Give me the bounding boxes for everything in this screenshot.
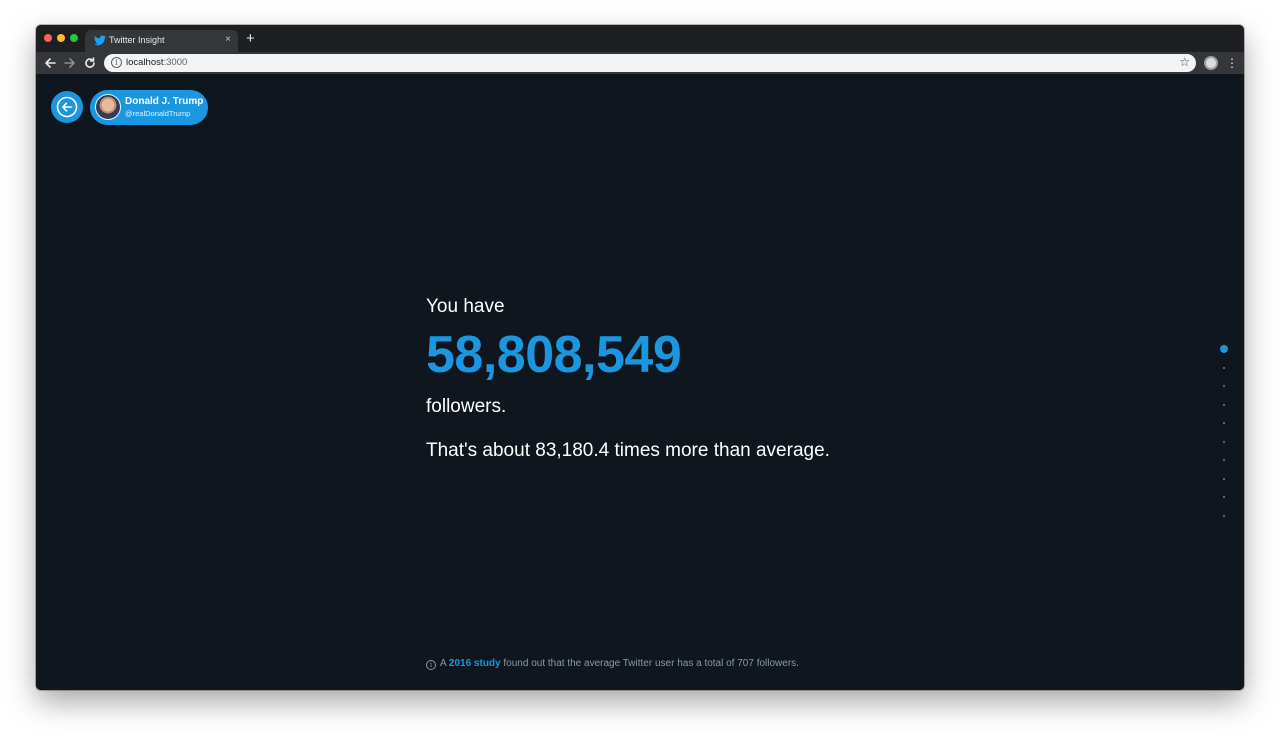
star-icon[interactable]: ☆ — [1179, 55, 1190, 70]
insight-content: You have 58,808,549 followers. That's ab… — [426, 295, 1126, 463]
pagination-dot[interactable] — [1223, 440, 1225, 443]
pagination-dot[interactable] — [1223, 385, 1225, 387]
study-link[interactable]: 2016 study — [449, 658, 501, 669]
pagination-dot[interactable] — [1223, 459, 1225, 461]
twitter-bird-icon — [94, 35, 106, 46]
reload-icon[interactable] — [83, 56, 97, 70]
pagination-dot[interactable] — [1223, 477, 1225, 480]
info-icon[interactable]: i — [111, 57, 122, 68]
new-tab-button[interactable]: + — [246, 31, 255, 47]
lead-text: You have — [426, 296, 505, 317]
browser-tab[interactable]: Twitter Insight × — [85, 30, 238, 52]
pagination-dot[interactable] — [1223, 403, 1225, 406]
maximize-window-button[interactable] — [70, 34, 78, 42]
pagination-dot[interactable] — [1223, 422, 1225, 424]
pagination-dot[interactable] — [1220, 345, 1228, 353]
footnote-suffix: found out that the average Twitter user … — [500, 658, 799, 669]
tab-title: Twitter Insight — [109, 35, 165, 45]
user-profile-chip[interactable]: Donald J. Trump @realDonaldTrump — [90, 90, 208, 125]
forward-arrow-icon[interactable] — [63, 56, 77, 70]
minimize-window-button[interactable] — [57, 34, 65, 42]
comparison-text: That's about 83,180.4 times more than av… — [426, 440, 830, 461]
url-text: localhost:3000 — [126, 57, 188, 68]
browser-titlebar: Twitter Insight × + — [36, 25, 1244, 52]
tab-close-icon[interactable]: × — [225, 34, 231, 46]
info-icon: i — [426, 660, 436, 670]
followers-label: followers. — [426, 396, 507, 417]
back-circle-arrow-icon — [56, 96, 78, 118]
follower-count: 58,808,549 — [426, 326, 682, 384]
pagination-dot[interactable] — [1223, 496, 1225, 498]
browser-toolbar: i localhost:3000 ☆ ⋮ — [36, 52, 1244, 74]
page-content: Donald J. Trump @realDonaldTrump You hav… — [36, 74, 1244, 690]
back-arrow-icon[interactable] — [43, 56, 57, 70]
pagination-dot[interactable] — [1223, 366, 1225, 369]
avatar — [95, 94, 121, 120]
footnote: iA 2016 study found out that the average… — [426, 658, 799, 670]
back-button[interactable] — [51, 91, 83, 123]
user-name: Donald J. Trump — [125, 96, 204, 107]
user-handle: @realDonaldTrump — [125, 109, 191, 118]
profile-icon[interactable] — [1204, 56, 1218, 70]
address-bar[interactable]: i localhost:3000 ☆ — [104, 54, 1196, 72]
close-window-button[interactable] — [44, 34, 52, 42]
browser-window: Twitter Insight × + i localhost:3000 ☆ ⋮ — [36, 25, 1244, 690]
menu-icon[interactable]: ⋮ — [1226, 55, 1238, 71]
footnote-prefix: A — [440, 658, 449, 669]
pagination-dot[interactable] — [1223, 514, 1225, 517]
